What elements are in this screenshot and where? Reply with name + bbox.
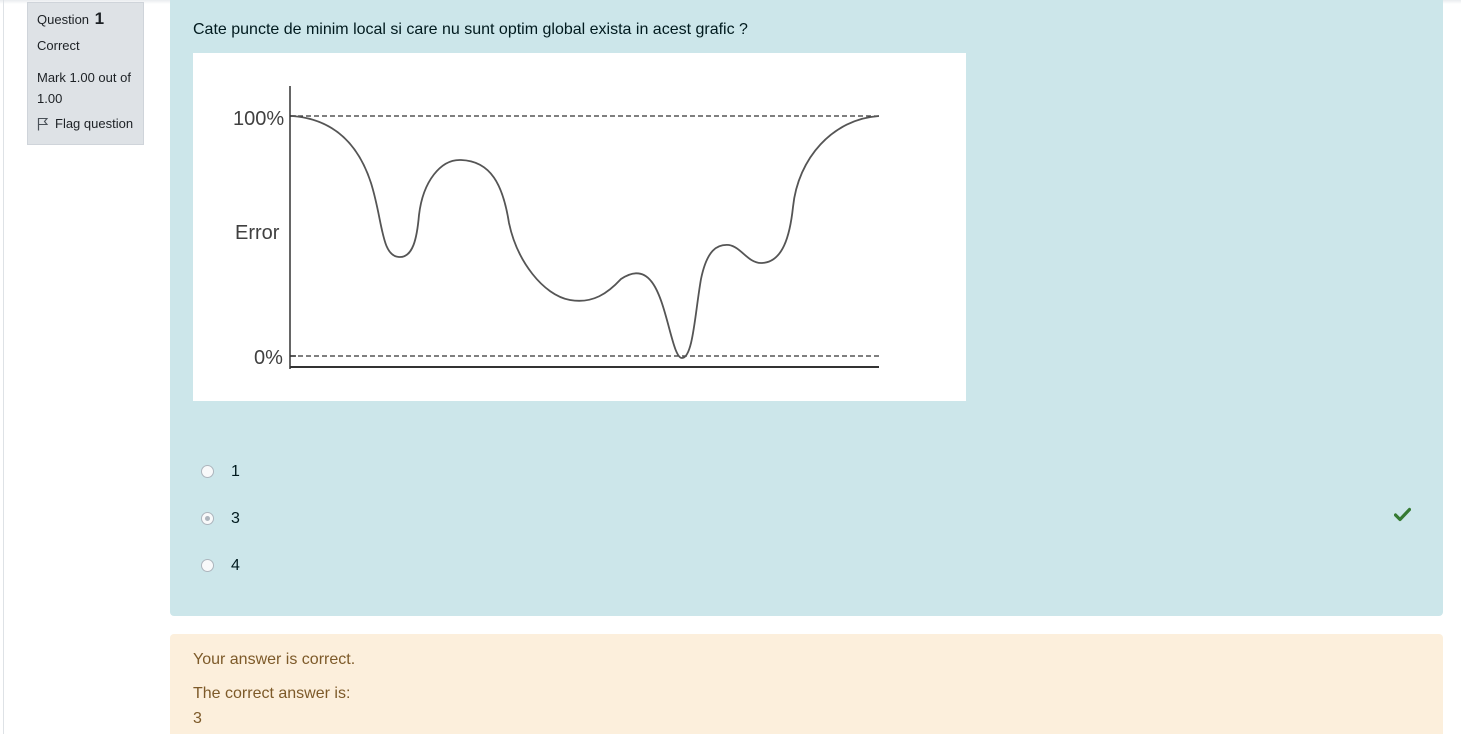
answer-label-1: 1	[231, 463, 240, 480]
y-axis-label: Error	[235, 222, 280, 244]
question-formulation: Cate puncte de minim local si care nu su…	[170, 0, 1443, 616]
error-curve	[291, 115, 880, 359]
answer-label-2: 3	[231, 510, 240, 527]
check-icon	[1394, 507, 1411, 522]
flag-question-button[interactable]: Flag question	[37, 116, 143, 132]
feedback-outcome: Your answer is correct.	[193, 651, 356, 668]
page-left-border	[3, 0, 4, 734]
error-curve-figure: 100% Error 0%	[193, 53, 966, 401]
flag-icon	[37, 117, 49, 131]
y-tick-bottom: 0%	[254, 347, 283, 369]
answer-radio-2[interactable]	[201, 512, 214, 525]
answer-label-3: 4	[231, 557, 240, 574]
question-number: Question 1	[37, 9, 143, 30]
answer-option-2[interactable]: 3	[201, 508, 1401, 532]
question-info-panel: Question 1 Correct Mark 1.00 out of 1.00…	[27, 2, 144, 145]
error-curve-svg: 100% Error 0%	[233, 86, 881, 369]
question-grade: Mark 1.00 out of 1.00	[37, 70, 131, 106]
question-number-value: 1	[94, 9, 105, 28]
y-tick-top: 100%	[233, 108, 284, 130]
answer-option-1[interactable]: 1	[201, 461, 1401, 485]
flag-question-label: Flag question	[55, 116, 134, 131]
answer-radio-1[interactable]	[201, 465, 214, 478]
answer-option-3[interactable]: 4	[201, 555, 1401, 579]
right-answer-label: The correct answer is:	[193, 685, 351, 702]
question-text: Cate puncte de minim local si care nu su…	[193, 21, 748, 38]
question-state: Correct	[37, 38, 80, 53]
feedback-panel: Your answer is correct. The correct answ…	[170, 634, 1443, 734]
quiz-review-page: Question 1 Correct Mark 1.00 out of 1.00…	[0, 0, 1461, 734]
question-label: Question	[37, 12, 90, 27]
right-answer-value: 3	[193, 710, 202, 727]
answer-radio-3[interactable]	[201, 559, 214, 572]
